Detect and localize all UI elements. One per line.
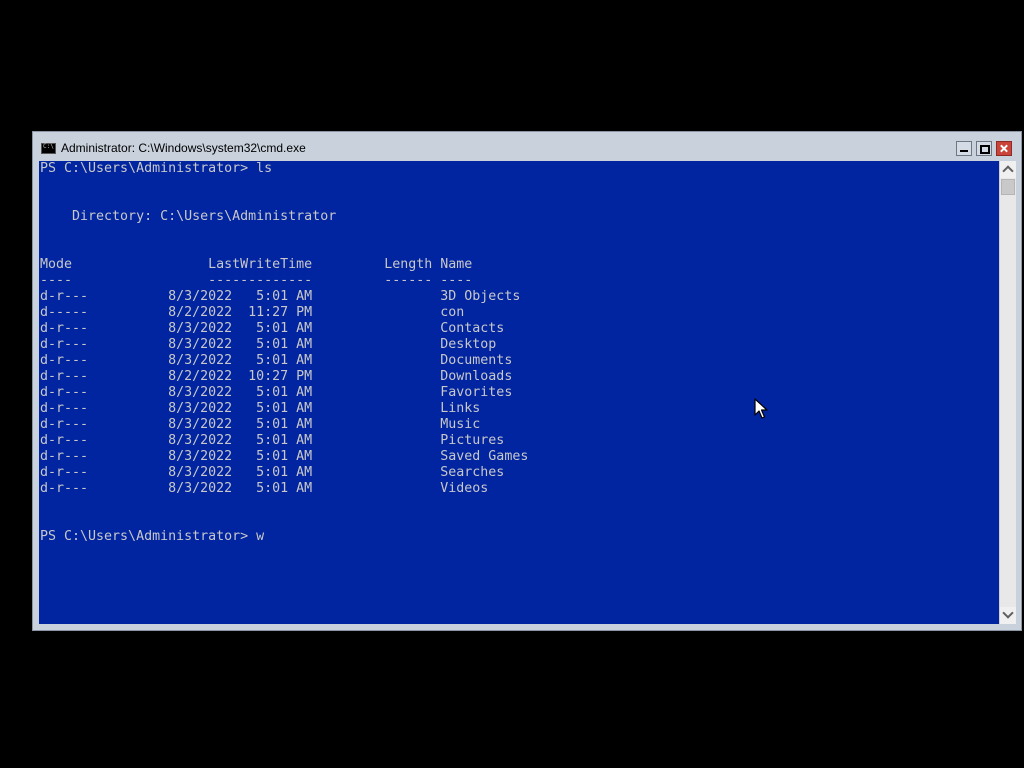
window-title: Administrator: C:\Windows\system32\cmd.e…	[61, 141, 306, 155]
console-line: Directory: C:\Users\Administrator	[40, 209, 337, 224]
console-output[interactable]: PS C:\Users\Administrator> ls Directory:…	[39, 161, 999, 624]
minimize-button[interactable]	[956, 141, 972, 156]
console-line: d-r--- 8/3/2022 5:01 AM Desktop	[40, 337, 497, 352]
close-button[interactable]	[996, 141, 1012, 156]
desktop: Administrator: C:\Windows\system32\cmd.e…	[0, 0, 1024, 768]
mouse-pointer-icon	[754, 398, 768, 419]
console-line: PS C:\Users\Administrator> ls	[40, 161, 273, 176]
maximize-button[interactable]	[976, 141, 992, 156]
scroll-thumb[interactable]	[1001, 179, 1015, 195]
console-line: d-r--- 8/3/2022 5:01 AM Favorites	[40, 385, 513, 400]
scroll-down-arrow-icon[interactable]	[1000, 607, 1016, 624]
console-line: d-r--- 8/3/2022 5:01 AM Saved Games	[40, 449, 529, 464]
scroll-up-arrow-icon[interactable]	[1000, 161, 1016, 178]
console-line: PS C:\Users\Administrator> w	[40, 529, 265, 544]
console-line: d-r--- 8/3/2022 5:01 AM Videos	[40, 481, 489, 496]
console-line: d-r--- 8/3/2022 5:01 AM Searches	[40, 465, 505, 480]
console-line: d-r--- 8/3/2022 5:01 AM Music	[40, 417, 481, 432]
cmd-icon	[41, 143, 56, 154]
console-line: d-r--- 8/2/2022 10:27 PM Downloads	[40, 369, 513, 384]
console-line: d-r--- 8/3/2022 5:01 AM Pictures	[40, 433, 505, 448]
console-line: ---- ------------- ------ ----	[40, 273, 473, 288]
console-line: d-r--- 8/3/2022 5:01 AM 3D Objects	[40, 289, 521, 304]
console-line: d----- 8/2/2022 11:27 PM con	[40, 305, 465, 320]
console-line: d-r--- 8/3/2022 5:01 AM Documents	[40, 353, 513, 368]
vertical-scrollbar[interactable]	[999, 161, 1016, 624]
console-line: Mode LastWriteTime Length Name	[40, 257, 473, 272]
console-line: d-r--- 8/3/2022 5:01 AM Links	[40, 401, 481, 416]
console-text: PS C:\Users\Administrator> ls Directory:…	[39, 161, 999, 545]
console-window[interactable]: Administrator: C:\Windows\system32\cmd.e…	[32, 131, 1022, 631]
console-line: d-r--- 8/3/2022 5:01 AM Contacts	[40, 321, 505, 336]
title-bar[interactable]: Administrator: C:\Windows\system32\cmd.e…	[33, 132, 1021, 162]
